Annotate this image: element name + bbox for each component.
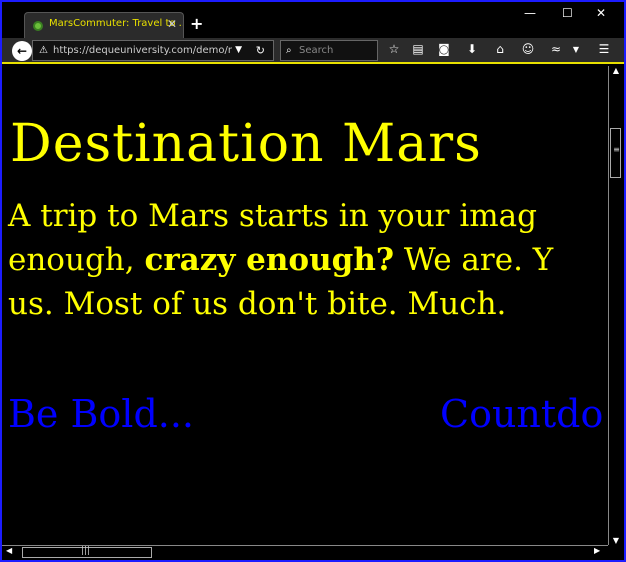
horizontal-scroll-thumb[interactable]: ||| (22, 546, 152, 558)
home-icon[interactable]: ⌂ (492, 42, 508, 56)
reading-list-icon[interactable]: ▤ (410, 42, 426, 56)
scroll-left-icon[interactable]: ◀ (6, 546, 12, 555)
favicon-icon (33, 21, 43, 31)
page-title: Destination Mars (10, 114, 482, 174)
warning-icon[interactable]: ⚠ (39, 41, 48, 60)
extension-dropdown-icon[interactable]: ▼ (568, 45, 584, 54)
search-icon: ⌕ (286, 45, 292, 56)
download-icon[interactable]: ⬇ (464, 42, 480, 56)
tab-marscommuter[interactable]: MarsCommuter: Travel to ... ✕ (24, 12, 184, 38)
grip-icon: ≡ (613, 145, 620, 154)
intro-text: We are. Y (394, 242, 554, 278)
scroll-right-icon[interactable]: ▶ (594, 546, 600, 555)
horizontal-scrollbar[interactable]: ◀ ||| ▶ (2, 545, 608, 559)
minimize-icon[interactable]: — (524, 6, 536, 20)
close-window-icon[interactable]: ✕ (596, 6, 606, 20)
search-placeholder: Search (299, 45, 334, 56)
tab-title: MarsCommuter: Travel to ... (49, 18, 184, 29)
maximize-icon[interactable]: ☐ (562, 6, 573, 20)
page-content: Destination Mars A trip to Mars starts i… (2, 66, 608, 545)
search-field[interactable]: ⌕ Search (280, 40, 378, 61)
intro-line: enough, crazy enough? We are. Y (8, 238, 608, 282)
browser-window: MarsCommuter: Travel to ... ✕ + — ☐ ✕ ← … (0, 0, 626, 562)
back-button[interactable]: ← (12, 41, 32, 61)
vertical-scroll-thumb[interactable]: ≡ (610, 128, 621, 178)
intro-line: A trip to Mars starts in your imag (8, 198, 537, 234)
close-tab-icon[interactable]: ✕ (167, 17, 177, 31)
pocket-icon[interactable]: ◙ (436, 42, 452, 56)
url-text: https://dequeuniversity.com/demo/m (53, 45, 238, 56)
menu-icon[interactable]: ☰ (596, 42, 612, 56)
extension-icon[interactable]: ≈ (548, 42, 564, 56)
vertical-scrollbar[interactable]: ▲ ≡ ▼ (608, 66, 622, 545)
bookmark-star-icon[interactable]: ☆ (386, 42, 402, 56)
be-bold-link[interactable]: Be Bold... (8, 392, 194, 436)
scroll-up-icon[interactable]: ▲ (610, 66, 622, 75)
intro-line: us. Most of us don't bite. Much. (8, 286, 507, 322)
scrollbar-corner (608, 545, 622, 559)
url-dropdown-icon[interactable]: ▼ (232, 41, 245, 60)
emoji-icon[interactable]: ☺ (520, 42, 536, 56)
new-tab-button[interactable]: + (190, 14, 203, 33)
grip-icon: ||| (81, 546, 91, 556)
url-bar[interactable]: ⚠ https://dequeuniversity.com/demo/m ▼ ↻ (32, 40, 274, 61)
navigation-toolbar: ← ⚠ https://dequeuniversity.com/demo/m ▼… (2, 38, 624, 64)
intro-emphasis: crazy enough? (144, 242, 395, 278)
scroll-down-icon[interactable]: ▼ (610, 536, 622, 545)
intro-text: enough, (8, 242, 145, 278)
countdown-link[interactable]: Countdo (440, 392, 603, 436)
tab-strip: MarsCommuter: Travel to ... ✕ + — ☐ ✕ (2, 2, 624, 38)
intro-paragraph: A trip to Mars starts in your imag enoug… (8, 194, 608, 326)
reload-icon[interactable]: ↻ (253, 41, 267, 60)
